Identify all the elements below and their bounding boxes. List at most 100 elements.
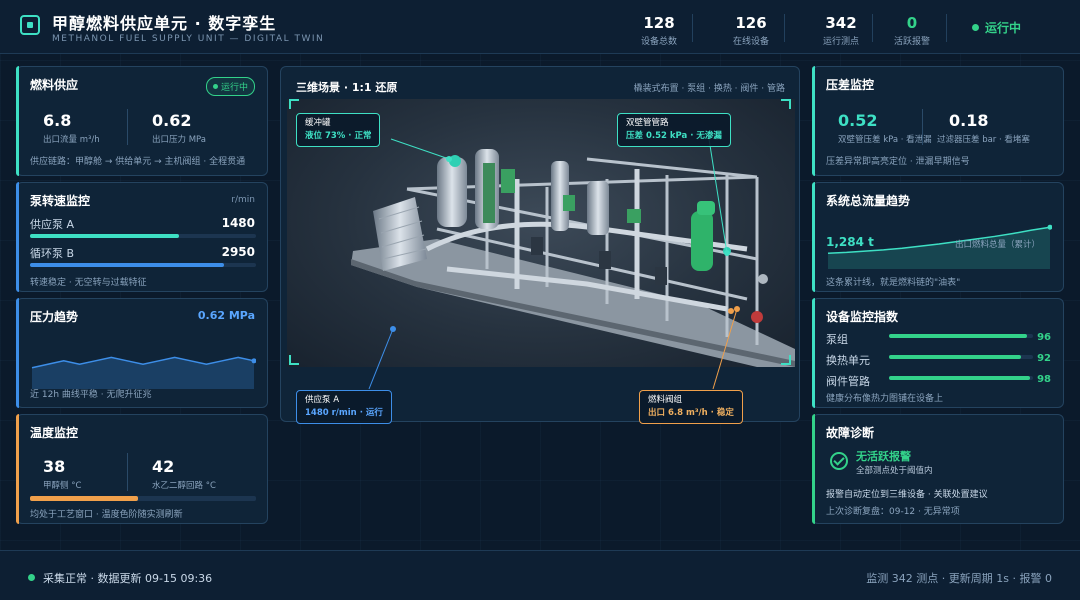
top-header: 甲醇燃料供应单元 · 数字孪生 METHANOL FUEL SUPPLY UNI… <box>0 0 1080 54</box>
stat-value: 126 <box>735 14 767 32</box>
health-valves-label: 阀件管路 <box>826 375 870 388</box>
health-note: 健康分布像热力图铺在设备上 <box>826 394 944 404</box>
pump-a-label: 供应泵 A <box>30 218 75 231</box>
flow-label: 出口流量 m³/h <box>43 135 100 145</box>
card-title: 压差监控 <box>826 78 875 92</box>
pressure-note: 近 12h 曲线平稳 · 无爬升征兆 <box>30 390 152 400</box>
diff-pressure-note: 压差异常即高亮定位 · 泄漏早期信号 <box>826 157 970 167</box>
dw-pressure-value: 0.52 <box>838 111 878 130</box>
divider <box>127 453 128 491</box>
health-exchanger-bar <box>889 355 1033 359</box>
check-circle-icon <box>830 452 848 470</box>
glycol-temp-label: 水乙二醇回路 °C <box>152 481 216 491</box>
total-flow-value: 1,284 t <box>826 235 874 249</box>
temperature-bar <box>30 496 256 501</box>
pump-speed-card[interactable]: 泵转速监控 r/min 供应泵 A 1480 循环泵 B 2950 转速稳定 ·… <box>16 182 268 292</box>
methanol-temp-value: 38 <box>43 457 66 476</box>
pump-b-value: 2950 <box>221 245 255 259</box>
health-valves-bar-fill <box>889 376 1031 380</box>
total-flow-label: 出口燃料总量（累计） <box>955 240 1041 250</box>
callout-fuel-valve[interactable]: 燃料阀组 出口 6.8 m³/h · 稳定 <box>639 390 743 424</box>
stat-device-total: 128 设备总数 <box>619 14 699 47</box>
pump-a-bar-fill <box>30 234 180 238</box>
system-status: 运行中 <box>972 19 1021 36</box>
diagnosis-card[interactable]: 故障诊断 无活跃报警 全部测点处于阈值内 报警自动定位到三维设备 · 关联处置建… <box>812 414 1064 524</box>
status-dot-icon <box>28 574 35 581</box>
collection-status-text: 采集正常 · 数据更新 09-15 09:36 <box>43 572 213 585</box>
callout-buffer-tank[interactable]: 缓冲罐 液位 73% · 正常 <box>296 113 381 147</box>
callout-double-wall-pipe[interactable]: 双壁管管路 压差 0.52 kPa · 无渗漏 <box>617 113 731 147</box>
diagnosis-sub: 全部测点处于阈值内 <box>856 466 933 476</box>
pump-note: 转速稳定 · 无空转与过载特征 <box>30 278 147 288</box>
pump-a-value: 1480 <box>221 216 255 230</box>
divider <box>692 14 693 42</box>
stat-value: 0 <box>906 14 918 32</box>
dw-pressure-label: 双壁管压差 kPa · 看泄漏 <box>838 135 932 145</box>
stat-label: 在线设备 <box>732 37 769 47</box>
filter-pressure-label: 过滤器压差 bar · 看堵塞 <box>937 135 1030 145</box>
temperature-card[interactable]: 温度监控 38 甲醇侧 °C 42 水乙二醇回路 °C 均处于工艺窗口 · 温度… <box>16 414 268 524</box>
card-title: 燃料供应 <box>30 78 79 92</box>
stat-label: 运行测点 <box>822 37 859 47</box>
stat-label: 设备总数 <box>640 37 677 47</box>
temperature-bar-fill <box>30 496 139 501</box>
callout-detail: 液位 73% · 正常 <box>305 131 372 141</box>
glycol-temp-value: 42 <box>152 457 175 476</box>
health-pumps-label: 泵组 <box>826 333 848 346</box>
card-title: 故障诊断 <box>826 426 875 440</box>
health-pumps-bar <box>889 334 1033 338</box>
diff-pressure-card[interactable]: 压差监控 0.52 双壁管压差 kPa · 看泄漏 0.18 过滤器压差 bar… <box>812 66 1064 176</box>
methanol-temp-label: 甲醇侧 °C <box>43 481 82 491</box>
diagnosis-headline: 无活跃报警 <box>856 450 911 463</box>
callout-detail: 压差 0.52 kPa · 无渗漏 <box>626 131 722 141</box>
health-exchanger-value: 92 <box>1037 353 1051 364</box>
page-subtitle: METHANOL FUEL SUPPLY UNIT — DIGITAL TWIN <box>52 34 325 44</box>
divider <box>127 109 128 145</box>
total-flow-note: 这条累计线，就是燃料链的"油表" <box>826 278 961 288</box>
card-title: 系统总流量趋势 <box>826 194 911 208</box>
temperature-note: 均处于工艺窗口 · 温度色阶随实测刷新 <box>30 510 183 520</box>
callout-detail: 出口 6.8 m³/h · 稳定 <box>648 408 734 418</box>
system-status-label: 运行中 <box>985 21 1022 35</box>
pressure-label: 出口压力 MPa <box>152 135 206 145</box>
stat-value: 342 <box>825 14 857 32</box>
health-index-card[interactable]: 设备监控指数 泵组 96 换热单元 92 阀件管路 98 健康分布像热力图铺在设… <box>812 298 1064 408</box>
card-title: 设备监控指数 <box>826 310 899 324</box>
callout-name: 双壁管管路 <box>626 118 669 128</box>
monitor-summary: 监测 342 测点 · 更新周期 1s · 报警 0 <box>866 572 1052 585</box>
fuel-supply-card[interactable]: 燃料供应 运行中 6.8 出口流量 m³/h 0.62 出口压力 MPa 供应链… <box>16 66 268 176</box>
callout-detail: 1480 r/min · 运行 <box>305 408 383 418</box>
divider <box>922 109 923 145</box>
callout-supply-pump[interactable]: 供应泵 A 1480 r/min · 运行 <box>296 390 392 424</box>
status-badge-label: 运行中 <box>220 83 248 93</box>
health-pumps-bar-fill <box>889 334 1028 338</box>
footer-bar: 采集正常 · 数据更新 09-15 09:36 监测 342 测点 · 更新周期… <box>0 550 1080 600</box>
pump-b-label: 循环泵 B <box>30 247 75 260</box>
health-exchanger-bar-fill <box>889 355 1022 359</box>
card-title: 泵转速监控 <box>30 194 91 208</box>
total-flow-card[interactable]: 系统总流量趋势 1,284 t 出口燃料总量（累计） 这条累计线，就是燃料链的"… <box>812 182 1064 292</box>
divider <box>946 14 947 42</box>
stat-alarms: 0 活跃报警 <box>872 14 952 47</box>
stat-label: 活跃报警 <box>893 37 930 47</box>
health-exchanger-label: 换热单元 <box>826 354 870 367</box>
supply-chain-text: 供应链路：甲醇舱 → 供给单元 → 主机阀组 · 全程贯通 <box>30 157 246 167</box>
pressure-trend-area <box>32 357 254 389</box>
3d-scene-panel[interactable]: 三维场景 · 1:1 还原 橇装式布置 · 泵组 · 换热 · 阀件 · 管路 <box>280 66 800 424</box>
pump-b-bar <box>30 263 256 267</box>
health-valves-value: 98 <box>1037 374 1051 385</box>
pressure-current: 0.62 MPa <box>197 309 255 322</box>
card-title: 压力趋势 <box>30 310 79 324</box>
divider <box>784 14 785 42</box>
pressure-trend-card[interactable]: 压力趋势 0.62 MPa 近 12h 曲线平稳 · 无爬升征兆 <box>16 298 268 408</box>
callout-name: 缓冲罐 <box>305 118 331 128</box>
diagnosis-line1: 报警自动定位到三维设备 · 关联处置建议 <box>826 490 988 500</box>
flow-value: 6.8 <box>43 111 72 130</box>
pump-a-bar <box>30 234 256 238</box>
callout-name: 供应泵 A <box>305 395 340 405</box>
status-dot-icon <box>972 24 979 31</box>
collection-status: 采集正常 · 数据更新 09-15 09:36 <box>28 570 212 586</box>
filter-pressure-value: 0.18 <box>949 111 989 130</box>
diagnosis-line2: 上次诊断复盘：09-12 · 无异常项 <box>826 507 960 517</box>
stat-value: 128 <box>643 14 675 32</box>
